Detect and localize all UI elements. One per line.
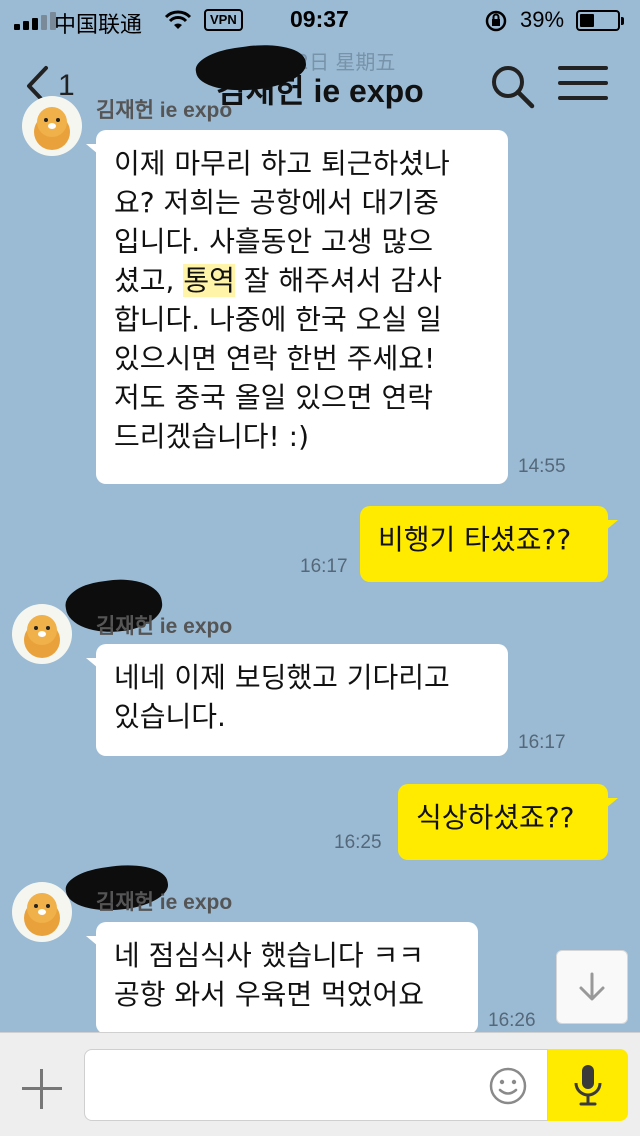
rotation-lock-icon [485,10,507,32]
plus-icon[interactable] [20,1067,64,1111]
message-line: 이제 마무리 하고 퇴근하셨나 [114,147,450,180]
message-line: 있습니다. [114,700,226,733]
message-time: 16:25 [334,832,382,853]
avatar-lion-icon [34,107,70,150]
message-line: 셨고, 통역 잘 해주셔서 감사 [114,264,442,297]
message-line: 있으시면 연락 한번 주세요! [114,342,436,375]
arrow-down-icon [579,972,605,1001]
signal-icon [14,12,56,30]
message-line: 드리겠습니다! :) [114,420,310,453]
message-bubble[interactable]: 네 점심식사 했습니다 ㅋㅋ 공항 와서 우육면 먹었어요 [86,922,478,1034]
sender-name: 김재헌 ie expo [96,615,233,638]
message-line: 네 점심식사 했습니다 ㅋㅋ [114,939,425,972]
message-time: 14:55 [518,456,566,477]
message-time: 16:17 [300,556,348,577]
message-bubble[interactable]: 이제 마무리 하고 퇴근하셨나 요? 저희는 공항에서 대기중 입니다. 사흘동… [86,130,508,484]
battery-icon [576,10,624,31]
menu-icon[interactable] [558,66,608,106]
status-bar: 中国联通 VPN 09:37 39% [0,0,640,40]
message-line: 네네 이제 보딩했고 기다리고 [114,661,450,694]
avatar[interactable] [12,604,72,664]
message-time: 16:26 [488,1010,536,1031]
scroll-to-bottom-button[interactable] [556,950,628,1024]
microphone-icon [574,1065,602,1106]
vpn-badge: VPN [204,9,243,31]
emoji-icon[interactable] [488,1066,528,1106]
sender-name: 김재헌 ie expo [96,891,233,914]
status-time: 09:37 [290,6,349,32]
avatar[interactable] [22,96,82,156]
message-time: 16:17 [518,732,566,753]
message-line: 저도 중국 올일 있으면 연락 [114,381,433,414]
voice-button[interactable] [548,1049,628,1121]
message-input-bar [0,1032,640,1136]
highlighted-word: 통역 [183,264,235,297]
message-line: 공항 와서 우육면 먹었어요 [114,978,425,1011]
avatar[interactable] [12,882,72,942]
avatar-lion-icon [24,893,60,936]
carrier-name: 中国联通 [54,12,143,37]
wifi-icon [164,10,192,29]
message-bubble[interactable]: 식상하셨죠?? [398,784,618,860]
message-line: 요? 저희는 공항에서 대기중 [114,186,439,219]
avatar-lion-icon [24,615,60,658]
sender-name: 김재헌 ie expo [96,99,233,122]
message-bubble[interactable]: 비행기 타셨죠?? [360,506,618,582]
message-field[interactable] [84,1049,548,1121]
message-line: 입니다. 사흘동안 고생 많으 [114,225,433,258]
search-icon[interactable] [488,62,536,110]
message-line: 합니다. 나중에 한국 오실 일 [114,303,442,336]
battery-percent: 39% [520,7,565,32]
message-text: 식상하셨죠?? [416,801,575,834]
message-bubble[interactable]: 네네 이제 보딩했고 기다리고 있습니다. [86,644,508,756]
message-input[interactable] [85,1050,465,1120]
message-text: 비행기 타셨죠?? [378,523,572,556]
